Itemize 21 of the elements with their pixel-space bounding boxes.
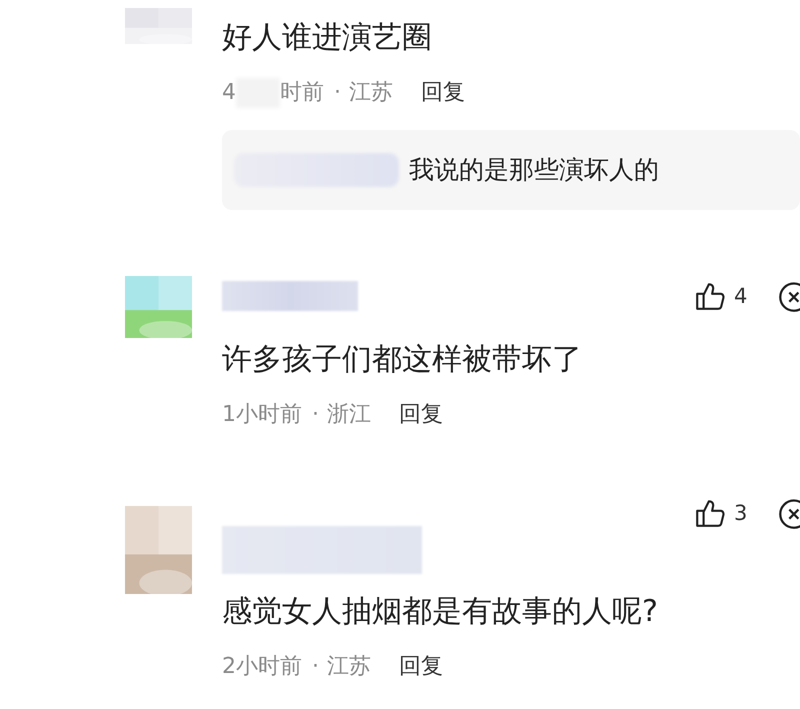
comment-time: 1小时前 <box>222 401 302 429</box>
reply-link[interactable]: 回复 <box>399 652 443 682</box>
reply-link[interactable]: 回复 <box>421 78 465 108</box>
comment-location: 浙江 <box>327 401 371 429</box>
reply-link[interactable]: 回复 <box>399 400 443 430</box>
thumbs-up-icon[interactable] <box>694 497 726 529</box>
separator-dot: · <box>334 79 341 107</box>
comment-time: 4 <box>222 79 236 107</box>
comment-location: 江苏 <box>349 79 393 107</box>
thumbs-up-icon[interactable] <box>694 280 726 312</box>
separator-dot: · <box>312 401 319 429</box>
comment-time: 时前 <box>280 79 324 107</box>
comment-location: 江苏 <box>327 653 371 681</box>
separator-dot: · <box>312 653 319 681</box>
like-count: 4 <box>734 284 748 308</box>
comment-text: 感觉女人抽烟都是有故事的人呢? <box>222 593 659 631</box>
comment-time: 2小时前 <box>222 653 302 681</box>
comment-text: 许多孩子们都这样被带坏了 <box>222 341 583 379</box>
comment-text: 好人谁进演艺圈 <box>222 19 433 57</box>
reply-text: 我说的是那些演坏人的 <box>409 154 659 186</box>
like-count: 3 <box>734 501 748 525</box>
